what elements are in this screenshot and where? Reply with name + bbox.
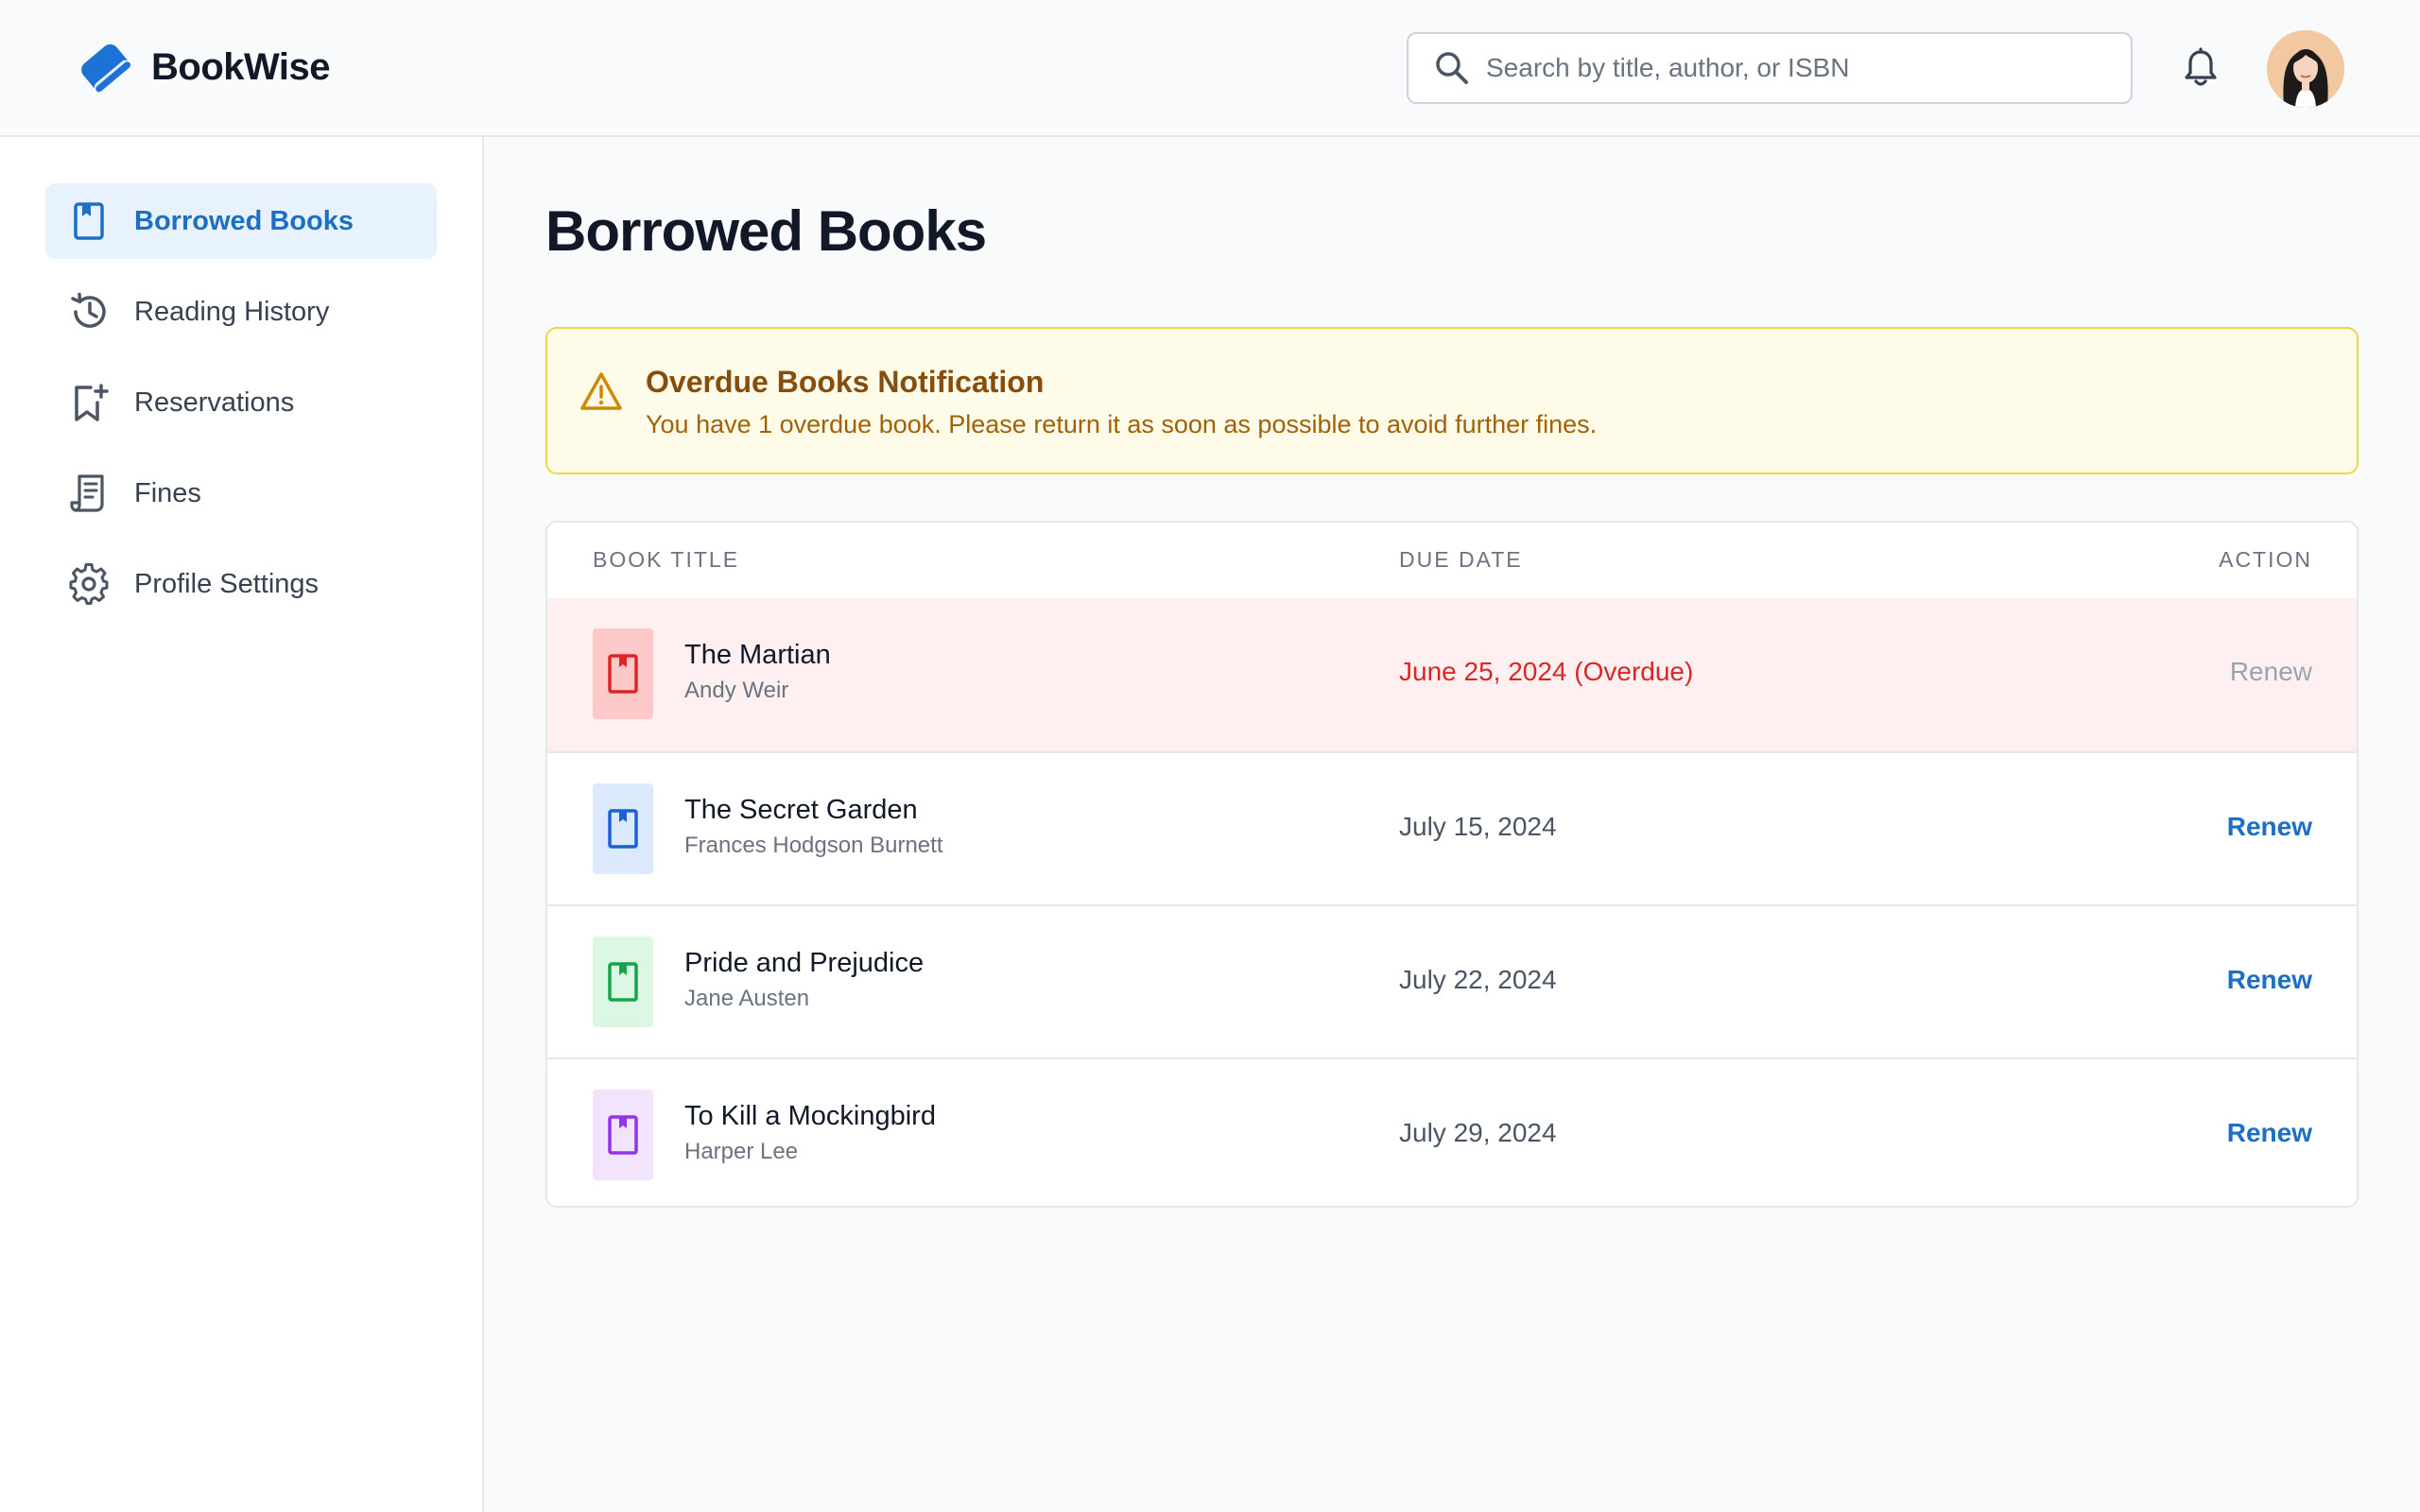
gear-icon	[69, 563, 109, 605]
search-icon	[1436, 52, 1468, 84]
receipt-icon	[70, 474, 104, 512]
book-icon	[608, 962, 638, 1002]
book-icon	[608, 809, 638, 849]
book-title: The Martian	[684, 640, 831, 670]
sidebar-item-label: Reservations	[134, 387, 295, 418]
table-row: Pride and Prejudice Jane Austen July 22,…	[547, 904, 2357, 1057]
sidebar-item-label: Fines	[134, 477, 201, 508]
top-header: BookWise	[0, 0, 2420, 137]
sidebar-item-borrowed-books[interactable]: Borrowed Books	[45, 183, 437, 259]
book-cover	[593, 783, 653, 874]
book-cover	[593, 936, 653, 1027]
book-title: The Secret Garden	[684, 795, 918, 825]
sidebar-item-label: Profile Settings	[134, 568, 320, 599]
table-row: The Martian Andy Weir June 25, 2024 (Ove…	[547, 598, 2357, 751]
sidebar-item-fines[interactable]: Fines	[45, 455, 437, 531]
sidebar-item-label: Reading History	[134, 296, 330, 327]
column-header-book-title: BOOK TITLE	[593, 547, 740, 572]
due-date: July 22, 2024	[1399, 965, 1557, 994]
sidebar: Borrowed Books Reading History Reservati…	[0, 137, 484, 1512]
table-row: The Secret Garden Frances Hodgson Burnet…	[547, 751, 2357, 904]
avatar-image	[2267, 30, 2344, 108]
book-icon	[74, 202, 104, 240]
due-date: July 15, 2024	[1399, 812, 1557, 841]
book-author: Jane Austen	[684, 986, 810, 1011]
search-box[interactable]	[1407, 32, 2133, 104]
bookmark-add-icon	[75, 384, 109, 421]
renew-button[interactable]: Renew	[2227, 812, 2312, 842]
sidebar-item-label: Borrowed Books	[134, 205, 354, 236]
renew-button[interactable]: Renew	[2227, 965, 2312, 995]
warning-icon	[580, 372, 622, 410]
column-header-action: ACTION	[2219, 547, 2312, 572]
book-author: Harper Lee	[684, 1139, 799, 1164]
book-cover	[593, 628, 653, 719]
borrowed-books-table: BOOK TITLE DUE DATE ACTION The Martian A…	[545, 521, 2359, 1208]
sidebar-item-profile-settings[interactable]: Profile Settings	[45, 546, 437, 622]
logo[interactable]: BookWise	[76, 38, 331, 96]
search-input[interactable]	[1486, 34, 2116, 102]
due-date: June 25, 2024 (Overdue)	[1399, 657, 1694, 686]
book-icon	[608, 654, 638, 694]
book-title: To Kill a Mockingbird	[684, 1101, 936, 1131]
book-icon	[608, 1115, 638, 1155]
app-root: BookWise Search by title, author, or ISB…	[0, 0, 2420, 1512]
renew-button: Renew	[2229, 657, 2312, 686]
renew-button[interactable]: Renew	[2227, 1118, 2312, 1148]
book-author: Frances Hodgson Burnett	[684, 833, 943, 858]
book-title: Pride and Prejudice	[684, 948, 925, 978]
book-logo-icon	[81, 43, 131, 93]
column-header-due-date: DUE DATE	[1399, 547, 1523, 572]
bell-icon[interactable]	[2182, 47, 2220, 89]
page-title: Borrowed Books	[545, 199, 987, 263]
overdue-alert: Overdue Books Notification You have 1 ov…	[545, 327, 2359, 474]
alert-title: Overdue Books Notification	[646, 365, 1045, 399]
due-date: July 29, 2024	[1399, 1118, 1557, 1147]
user-avatar[interactable]	[2267, 30, 2344, 108]
app-name: BookWise	[151, 45, 331, 88]
history-icon	[71, 292, 106, 328]
sidebar-item-reservations[interactable]: Reservations	[45, 365, 437, 440]
alert-message: You have 1 overdue book. Please return i…	[646, 410, 1598, 438]
book-cover	[593, 1090, 653, 1180]
table-row: To Kill a Mockingbird Harper Lee July 29…	[547, 1057, 2357, 1206]
sidebar-item-reading-history[interactable]: Reading History	[45, 274, 437, 350]
book-author: Andy Weir	[684, 678, 789, 703]
